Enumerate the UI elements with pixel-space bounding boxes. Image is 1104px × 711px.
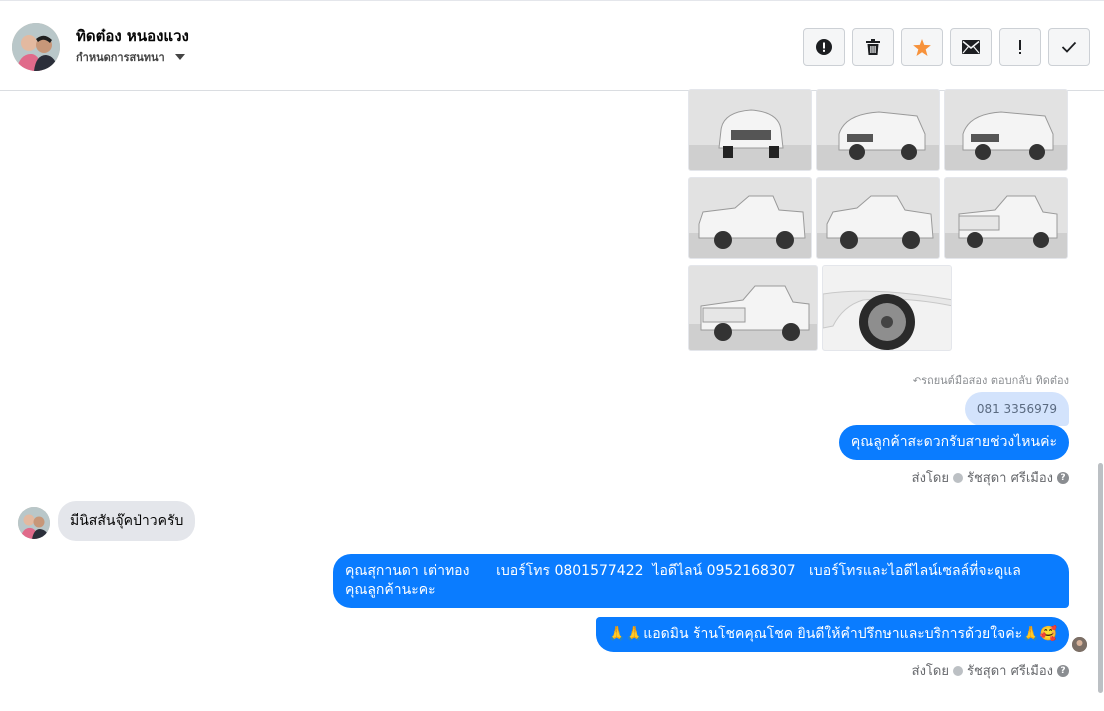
car-rear-image [945, 178, 1067, 258]
assign-conversation-dropdown[interactable]: กำหนดการสนทนา [76, 48, 185, 66]
contact-avatar-small[interactable] [18, 507, 50, 539]
assign-label: กำหนดการสนทนา [76, 51, 165, 64]
message-line: คุณสุกานดา เต่าทอง เบอร์โทร 0801577422 ไ… [345, 563, 1021, 579]
agent-status-icon [952, 472, 963, 483]
outgoing-message[interactable]: คุณสุกานดา เต่าทอง เบอร์โทร 0801577422 ไ… [333, 554, 1069, 608]
car-photo[interactable] [944, 89, 1068, 171]
reply-meta-text: รถยนต์มือสอง ตอบกลับ ทิดต๋อง [921, 374, 1069, 387]
car-photo[interactable] [688, 265, 818, 351]
reply-arrow-icon: ↶ [912, 376, 922, 387]
conversation-header: ทิดต๋อง หนองแวง กำหนดการสนทนา [0, 0, 1104, 91]
car-photo[interactable] [688, 89, 812, 171]
contact-name[interactable]: ทิดต๋อง หนองแวง [76, 24, 189, 48]
sender-name[interactable]: รัชสุดา ศรีเมือง [967, 660, 1053, 681]
car-side-image [689, 178, 811, 258]
help-icon[interactable]: ? [1057, 664, 1069, 677]
quoted-reply-bubble[interactable]: 081 3356979 [964, 392, 1069, 426]
mark-done-button[interactable] [1048, 28, 1090, 66]
mail-icon [962, 40, 980, 54]
trash-icon [866, 39, 880, 55]
car-side-image [817, 178, 939, 258]
reply-meta: ↶รถยนต์มือสอง ตอบกลับ ทิดต๋อง [913, 371, 1069, 389]
car-photo[interactable] [944, 177, 1068, 259]
message-thread[interactable]: ↶รถยนต์มือสอง ตอบกลับ ทิดต๋อง 081 335697… [0, 89, 1104, 711]
outgoing-message[interactable]: 🙏🙏แอดมิน ร้านโชคคุณโชค ยินดีให้คำปรึกษาแ… [596, 617, 1069, 652]
check-icon [1061, 41, 1077, 53]
sender-name[interactable]: รัชสุดา ศรีเมือง [967, 467, 1053, 488]
car-photo[interactable] [816, 177, 940, 259]
delete-button[interactable] [852, 28, 894, 66]
alert-circle-icon [816, 39, 832, 55]
help-icon[interactable]: ? [1057, 471, 1069, 484]
sent-by-row: ส่งโดย รัชสุดา ศรีเมือง ? [912, 467, 1069, 488]
action-toolbar [803, 28, 1090, 66]
avatar-image [18, 507, 50, 539]
caret-down-icon [174, 54, 185, 60]
agent-status-icon [952, 665, 963, 676]
mark-unread-button[interactable] [950, 28, 992, 66]
sent-by-label: ส่งโดย [911, 664, 949, 679]
car-photo[interactable] [816, 89, 940, 171]
car-rear-image [689, 266, 817, 350]
seen-avatar [1072, 637, 1087, 652]
car-angle-image [945, 90, 1067, 170]
incoming-message[interactable]: มีนิสสันจุ๊คป่าวครับ [58, 501, 196, 541]
car-photo[interactable] [822, 265, 952, 351]
thread-scrollbar[interactable] [1098, 463, 1103, 693]
star-button[interactable] [901, 28, 943, 66]
star-icon [913, 38, 931, 56]
follow-up-button[interactable] [999, 28, 1041, 66]
message-line: คุณลูกค้านะคะ [345, 582, 436, 598]
outgoing-message[interactable]: คุณลูกค้าสะดวกรับสายช่วงไหนค่ะ [838, 425, 1069, 460]
spam-button[interactable] [803, 28, 845, 66]
contact-avatar[interactable] [12, 23, 60, 71]
sent-by-label: ส่งโดย [911, 471, 949, 486]
car-angle-image [817, 90, 939, 170]
exclamation-icon [1019, 40, 1021, 54]
car-photo[interactable] [688, 177, 812, 259]
car-wheel-image [823, 266, 951, 350]
seen-avatar-image [1072, 637, 1087, 652]
avatar-image [12, 23, 60, 71]
sent-by-row: ส่งโดย รัชสุดา ศรีเมือง ? [912, 660, 1069, 681]
car-front-image [689, 90, 811, 170]
